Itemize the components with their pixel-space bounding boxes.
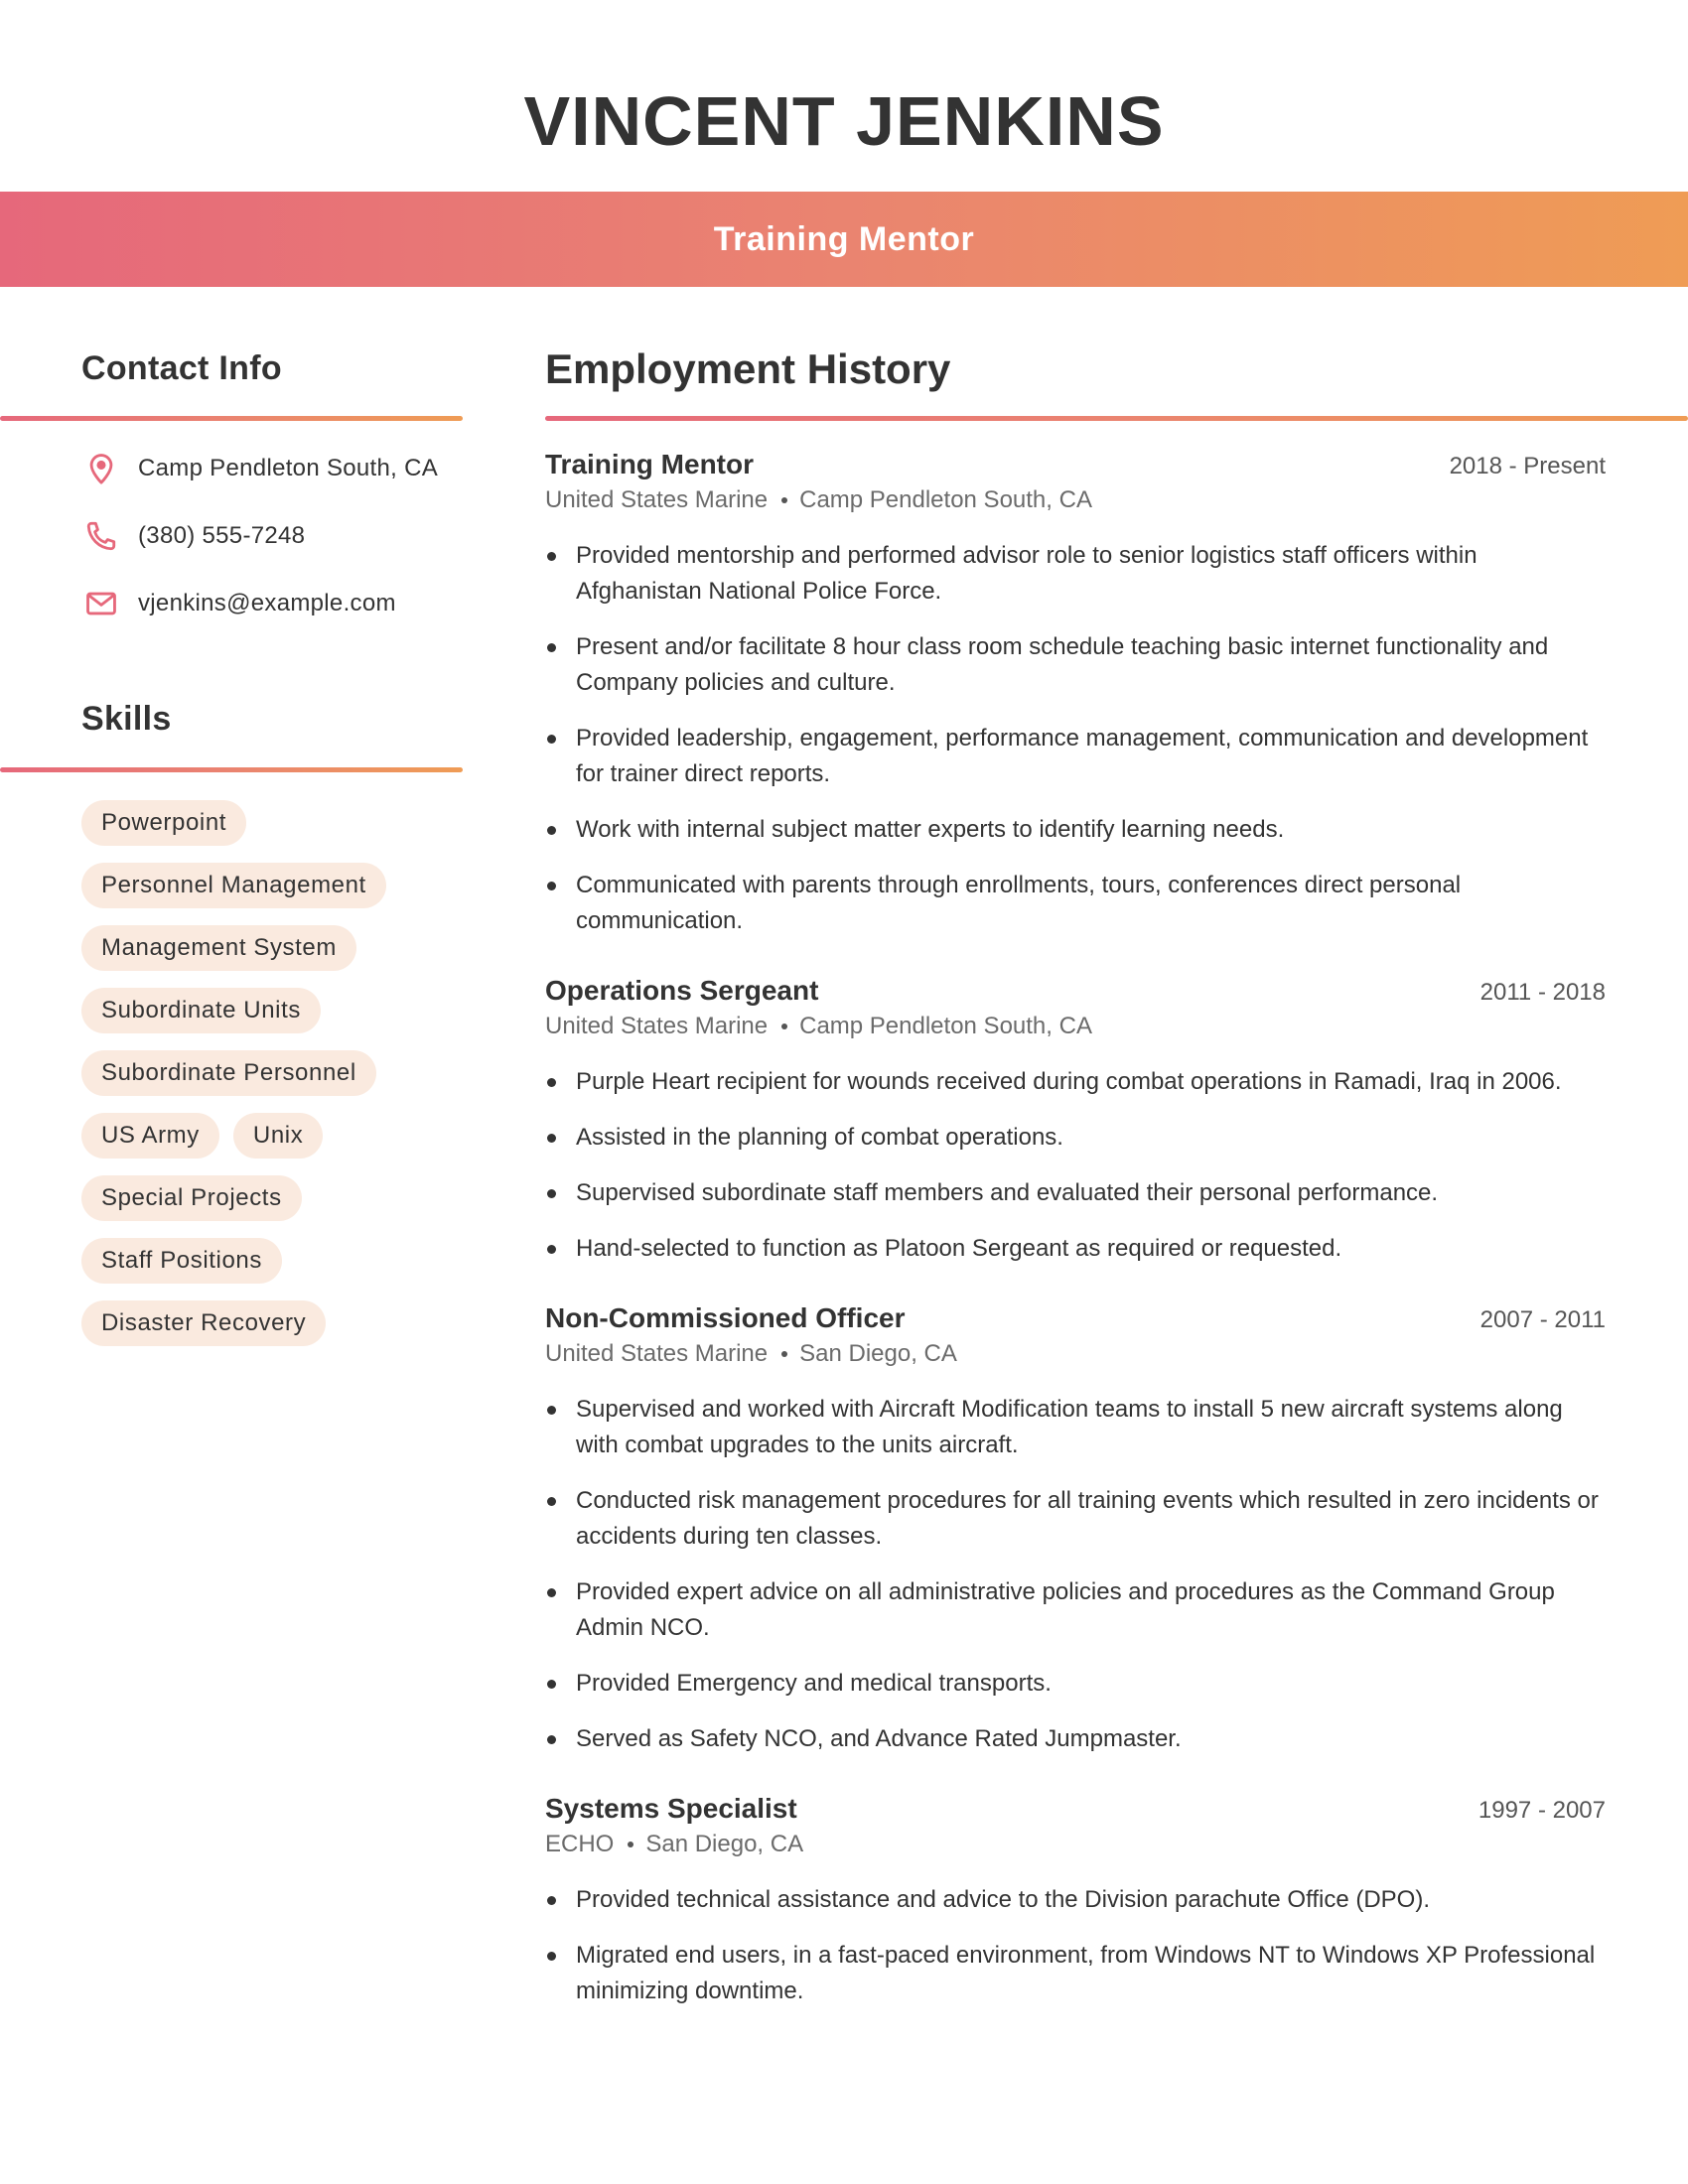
contact-info-heading: Contact Info [81,349,282,387]
location-pin-icon [81,449,121,488]
job-bullet: Provided technical assistance and advice… [545,1882,1606,1918]
job-dates: 2018 - Present [1449,453,1606,479]
separator-dot-icon [781,1024,788,1029]
skill-pill: Disaster Recovery [81,1300,327,1346]
skill-pill: Subordinate Units [81,988,321,1033]
job-location: San Diego, CA [799,1340,957,1367]
job-dates: 1997 - 2007 [1477,1797,1606,1824]
skills-list: Powerpoint Personnel Management Manageme… [81,800,479,1346]
job-title-banner-text: Training Mentor [713,219,975,258]
job-bullet: Work with internal subject matter expert… [545,812,1606,848]
job-bullet: Assisted in the planning of combat opera… [545,1120,1606,1156]
job-location: Camp Pendleton South, CA [799,1013,1092,1039]
skill-pill: Unix [232,1113,324,1159]
contact-email: vjenkins@example.com [81,584,396,623]
job-bullet: Served as Safety NCO, and Advance Rated … [545,1721,1606,1757]
job-title: Non-Commissioned Officer [545,1302,906,1333]
job-location: Camp Pendleton South, CA [799,486,1092,513]
title-banner: Training Mentor [0,192,1688,287]
skill-pill: Powerpoint [81,800,247,846]
job-bullet: Supervised subordinate staff members and… [545,1175,1606,1211]
job-company: United States Marine [545,1013,769,1039]
skills-divider [0,767,463,772]
job-company-location: United States Marine San Diego, CA [545,1340,1606,1368]
job-company-location: United States Marine Camp Pendleton Sout… [545,1013,1606,1040]
job-bullet: Provided expert advice on all administra… [545,1574,1606,1646]
job-bullet: Provided mentorship and performed adviso… [545,538,1606,610]
job-location: San Diego, CA [645,1831,804,1857]
separator-dot-icon [628,1842,634,1847]
job-title: Training Mentor [545,449,754,479]
jobs-list: Training Mentor 2018 - Present United St… [545,449,1606,2045]
job-bullet: Purple Heart recipient for wounds receiv… [545,1064,1606,1100]
separator-dot-icon [781,1351,788,1357]
skill-pill: US Army [81,1113,219,1159]
skill-pill: Staff Positions [81,1238,282,1284]
candidate-name: VINCENT JENKINS [523,82,1165,160]
mail-icon [81,584,121,623]
skill-pill: Personnel Management [81,863,386,908]
job-bullet: Communicated with parents through enroll… [545,868,1606,939]
job-bullet: Provided leadership, engagement, perform… [545,721,1606,792]
job-entry: Training Mentor 2018 - Present United St… [545,449,1606,939]
job-company-location: United States Marine Camp Pendleton Sout… [545,486,1606,514]
email-text[interactable]: vjenkins@example.com [138,590,396,617]
job-dates: 2011 - 2018 [1479,979,1606,1006]
employment-divider [545,416,1688,421]
skill-pill: Subordinate Personnel [81,1050,376,1096]
separator-dot-icon [781,497,788,503]
job-bullet: Hand-selected to function as Platoon Ser… [545,1231,1606,1267]
skill-pill: Management System [81,925,356,971]
job-company: ECHO [545,1831,615,1857]
job-entry: Non-Commissioned Officer 2007 - 2011 Uni… [545,1302,1606,1757]
job-bullet: Provided Emergency and medical transport… [545,1666,1606,1702]
job-company: United States Marine [545,486,769,513]
job-company: United States Marine [545,1340,769,1367]
employment-history-heading: Employment History [545,345,951,392]
skill-pill: Special Projects [81,1175,302,1221]
job-bullet: Conducted risk management procedures for… [545,1483,1606,1555]
job-title: Operations Sergeant [545,975,819,1006]
location-text: Camp Pendleton South, CA [138,455,439,481]
contact-divider [0,416,463,421]
phone-text[interactable]: (380) 555-7248 [138,522,305,550]
job-entry: Operations Sergeant 2011 - 2018 United S… [545,975,1606,1267]
job-entry: Systems Specialist 1997 - 2007 ECHO San … [545,1793,1606,2009]
contact-phone: (380) 555-7248 [81,516,305,556]
job-bullet: Migrated end users, in a fast-paced envi… [545,1938,1606,2009]
phone-icon [81,516,121,556]
job-bullet: Present and/or facilitate 8 hour class r… [545,629,1606,701]
job-dates: 2007 - 2011 [1479,1306,1606,1333]
skills-heading: Skills [81,700,172,738]
job-company-location: ECHO San Diego, CA [545,1831,1606,1858]
contact-location: Camp Pendleton South, CA [81,449,438,488]
job-bullet: Supervised and worked with Aircraft Modi… [545,1392,1606,1463]
job-title: Systems Specialist [545,1793,797,1824]
